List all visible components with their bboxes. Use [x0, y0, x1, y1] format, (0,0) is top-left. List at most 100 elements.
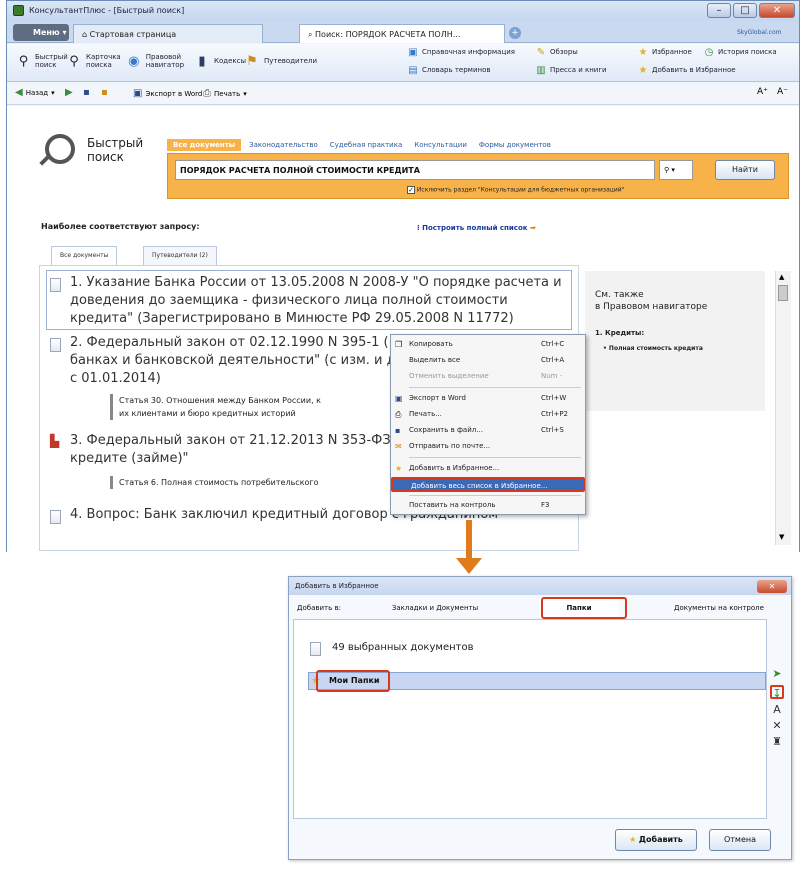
add-folder-icon[interactable]: ➤	[770, 667, 784, 681]
save-icon[interactable]: ▪	[83, 87, 90, 98]
doc2-line2: банках и банковской деятельности" (с изм…	[70, 353, 396, 368]
minimize-button[interactable]: –	[707, 3, 731, 18]
doc3-line2: кредите (займе)"	[70, 451, 189, 466]
tab-bar: Меню ▾ ⌂ Стартовая страница ⌕ Поиск: ПОР…	[7, 21, 799, 43]
menu-deselect-shortcut: Num -	[541, 372, 563, 380]
navigator-subitem[interactable]: • Полная стоимость кредита	[603, 345, 703, 352]
dialog-body: 49 выбранных документов ★ Мои Папки	[293, 619, 767, 819]
menu-put-control-label: Поставить на контроль	[409, 501, 496, 509]
dialog-close-button[interactable]: ✕	[757, 580, 787, 593]
cancel-button[interactable]: Отмена	[709, 829, 771, 851]
menu-select-all-shortcut: Ctrl+A	[541, 356, 565, 364]
maximize-button[interactable]: □	[733, 3, 757, 18]
tab-control[interactable]: Документы на контроле	[649, 599, 789, 617]
find-button[interactable]: Найти	[715, 160, 775, 180]
menu-export-word[interactable]: ▣ Экспорт в Word Ctrl+W	[391, 391, 585, 406]
menu-copy[interactable]: ❐ Копировать Ctrl+C	[391, 337, 585, 352]
star-icon: ★	[395, 464, 403, 473]
search-tab-forms[interactable]: Формы документов	[475, 139, 555, 151]
doc2-sub-line1: Статья 30. Отношения между Банком России…	[119, 396, 321, 405]
tab-guides[interactable]: Путеводители (2)	[143, 246, 217, 265]
menu-add-favorites-label: Добавить в Избранное...	[409, 464, 500, 472]
quick-search-button[interactable]: ⚲ Быстрый поиск	[15, 52, 68, 70]
search-input[interactable]: ПОРЯДОК РАСЧЕТА ПОЛНОЙ СТОИМОСТИ КРЕДИТА	[175, 160, 655, 180]
add-button[interactable]: ★ Добавить	[615, 829, 697, 851]
delete-icon[interactable]: ✕	[770, 719, 784, 733]
menu-save-file-shortcut: Ctrl+S	[541, 426, 564, 434]
folder-icon[interactable]: ▪	[101, 87, 108, 98]
tab-all-documents[interactable]: Все документы	[51, 246, 118, 265]
menu-select-all[interactable]: Выделить все Ctrl+A	[391, 353, 585, 368]
menu-print[interactable]: ⎙ Печать... Ctrl+P2	[391, 407, 585, 422]
add-favorites-button[interactable]: ★ Добавить в Избранное	[637, 64, 736, 76]
search-tab-consult[interactable]: Консультации	[410, 139, 471, 151]
exclude-label: Исключить раздел "Консультации для бюдже…	[416, 186, 625, 194]
result-item-3[interactable]: 3. Федеральный закон от 21.12.2013 N 353…	[70, 432, 400, 468]
exclude-checkbox[interactable]: ✓	[407, 186, 415, 194]
add-button-label: Добавить	[638, 835, 683, 844]
guides-label: Путеводители	[264, 57, 317, 65]
scroll-thumb[interactable]	[778, 285, 788, 301]
forward-arrow-icon[interactable]: ▶	[65, 87, 73, 98]
export-word-button[interactable]: ▣ Экспорт в Word	[133, 88, 202, 99]
menu-print-label: Печать...	[409, 410, 442, 418]
find-binoculars-icon[interactable]: ♜	[770, 735, 784, 749]
close-button[interactable]: ✕	[759, 3, 795, 18]
legal-nav-button[interactable]: ◉ Правовой навигатор	[125, 52, 189, 70]
full-list-link[interactable]: ⁞ Построить полный список ➡	[417, 224, 536, 232]
menu-send-mail[interactable]: ✉ Отправить по почте...	[391, 439, 585, 454]
search-tab-court[interactable]: Судебная практика	[326, 139, 406, 151]
doc3-line1: 3. Федеральный закон от 21.12.2013 N 353…	[70, 433, 391, 448]
menu-deselect[interactable]: Отменить выделение Num -	[391, 369, 585, 384]
menu-save-file[interactable]: ▪ Сохранить в файл... Ctrl+S	[391, 423, 585, 438]
add-subfolder-icon[interactable]: ↧	[770, 685, 784, 700]
dialog-title: Добавить в Избранное	[295, 582, 379, 590]
result-item-2[interactable]: 2. Федеральный закон от 02.12.1990 N 395…	[70, 334, 400, 388]
scroll-up-icon[interactable]: ▲	[779, 273, 784, 281]
results-heading: Наиболее соответствуют запросу:	[41, 222, 200, 231]
menu-put-control[interactable]: Поставить на контроль F3	[391, 498, 585, 513]
doc2-sublink[interactable]: Статья 30. Отношения между Банком России…	[110, 394, 400, 420]
right-link[interactable]: SkyGlobal.com	[737, 29, 781, 36]
reviews-button[interactable]: ✎ Обзоры	[535, 46, 578, 58]
zoom-out-button[interactable]: A⁻	[777, 87, 788, 97]
menu-button[interactable]: Меню ▾	[13, 24, 69, 41]
history-button[interactable]: ◷ История поиска	[703, 46, 777, 58]
new-tab-button[interactable]: +	[509, 27, 521, 39]
guides-button[interactable]: ⚑ Путеводители	[243, 52, 317, 70]
vertical-scrollbar[interactable]: ▲ ▼	[775, 271, 791, 545]
press-icon: ▥	[536, 64, 546, 76]
menu-add-favorites[interactable]: ★ Добавить в Избранное...	[391, 461, 585, 476]
full-list-label: Построить полный список	[422, 224, 528, 232]
card-search-button[interactable]: ⚲ Карточка поиска	[65, 52, 123, 70]
search-tab-all[interactable]: Все документы	[167, 139, 242, 151]
add-favorites-dialog: Добавить в Избранное ✕ Добавить в: Закла…	[288, 576, 792, 860]
dictionary-button[interactable]: ▤ Словарь терминов	[407, 64, 490, 76]
tab-start[interactable]: ⌂ Стартовая страница	[73, 24, 263, 43]
codes-button[interactable]: ▮ Кодексы	[193, 52, 246, 70]
favorites-button[interactable]: ★ Избранное	[637, 46, 692, 58]
result-item-1[interactable]: 1. Указание Банка России от 13.05.2008 N…	[70, 274, 570, 328]
print-button[interactable]: ⎙ Печать ▾	[203, 88, 247, 99]
reference-button[interactable]: ▣ Справочная информация	[407, 46, 515, 58]
title-line1: Быстрый	[87, 136, 144, 150]
search-tab-legislation[interactable]: Законодательство	[245, 139, 322, 151]
press-button[interactable]: ▥ Пресса и книги	[535, 64, 606, 76]
navigator-item[interactable]: 1. Кредиты:	[595, 329, 644, 337]
back-arrow-icon: ◀	[15, 87, 23, 98]
rename-icon[interactable]: A	[770, 703, 784, 717]
back-button[interactable]: ◀ Назад ▾	[15, 87, 55, 98]
doc3-sublink[interactable]: Статья 6. Полная стоимость потребительск…	[110, 476, 400, 489]
menu-print-shortcut: Ctrl+P2	[541, 410, 568, 418]
zoom-in-button[interactable]: A⁺	[757, 87, 768, 97]
scroll-down-icon[interactable]: ▼	[779, 533, 784, 541]
search-combo[interactable]: ⚲ ▾	[659, 160, 693, 180]
context-menu: ❐ Копировать Ctrl+C Выделить все Ctrl+A Отм…	[390, 334, 586, 515]
save-icon: ▪	[395, 426, 401, 435]
pen-icon: ✎	[536, 46, 546, 58]
tab-search[interactable]: ⌕ Поиск: ПОРЯДОК РАСЧЕТА ПОЛН...	[299, 24, 505, 43]
app-icon	[13, 5, 24, 16]
exclude-option[interactable]: ✓ Исключить раздел "Консультации для бюд…	[407, 186, 624, 194]
tab-bookmarks[interactable]: Закладки и Документы	[365, 599, 505, 617]
menu-add-all-favorites[interactable]: Добавить весь список в Избранное...	[391, 477, 585, 492]
